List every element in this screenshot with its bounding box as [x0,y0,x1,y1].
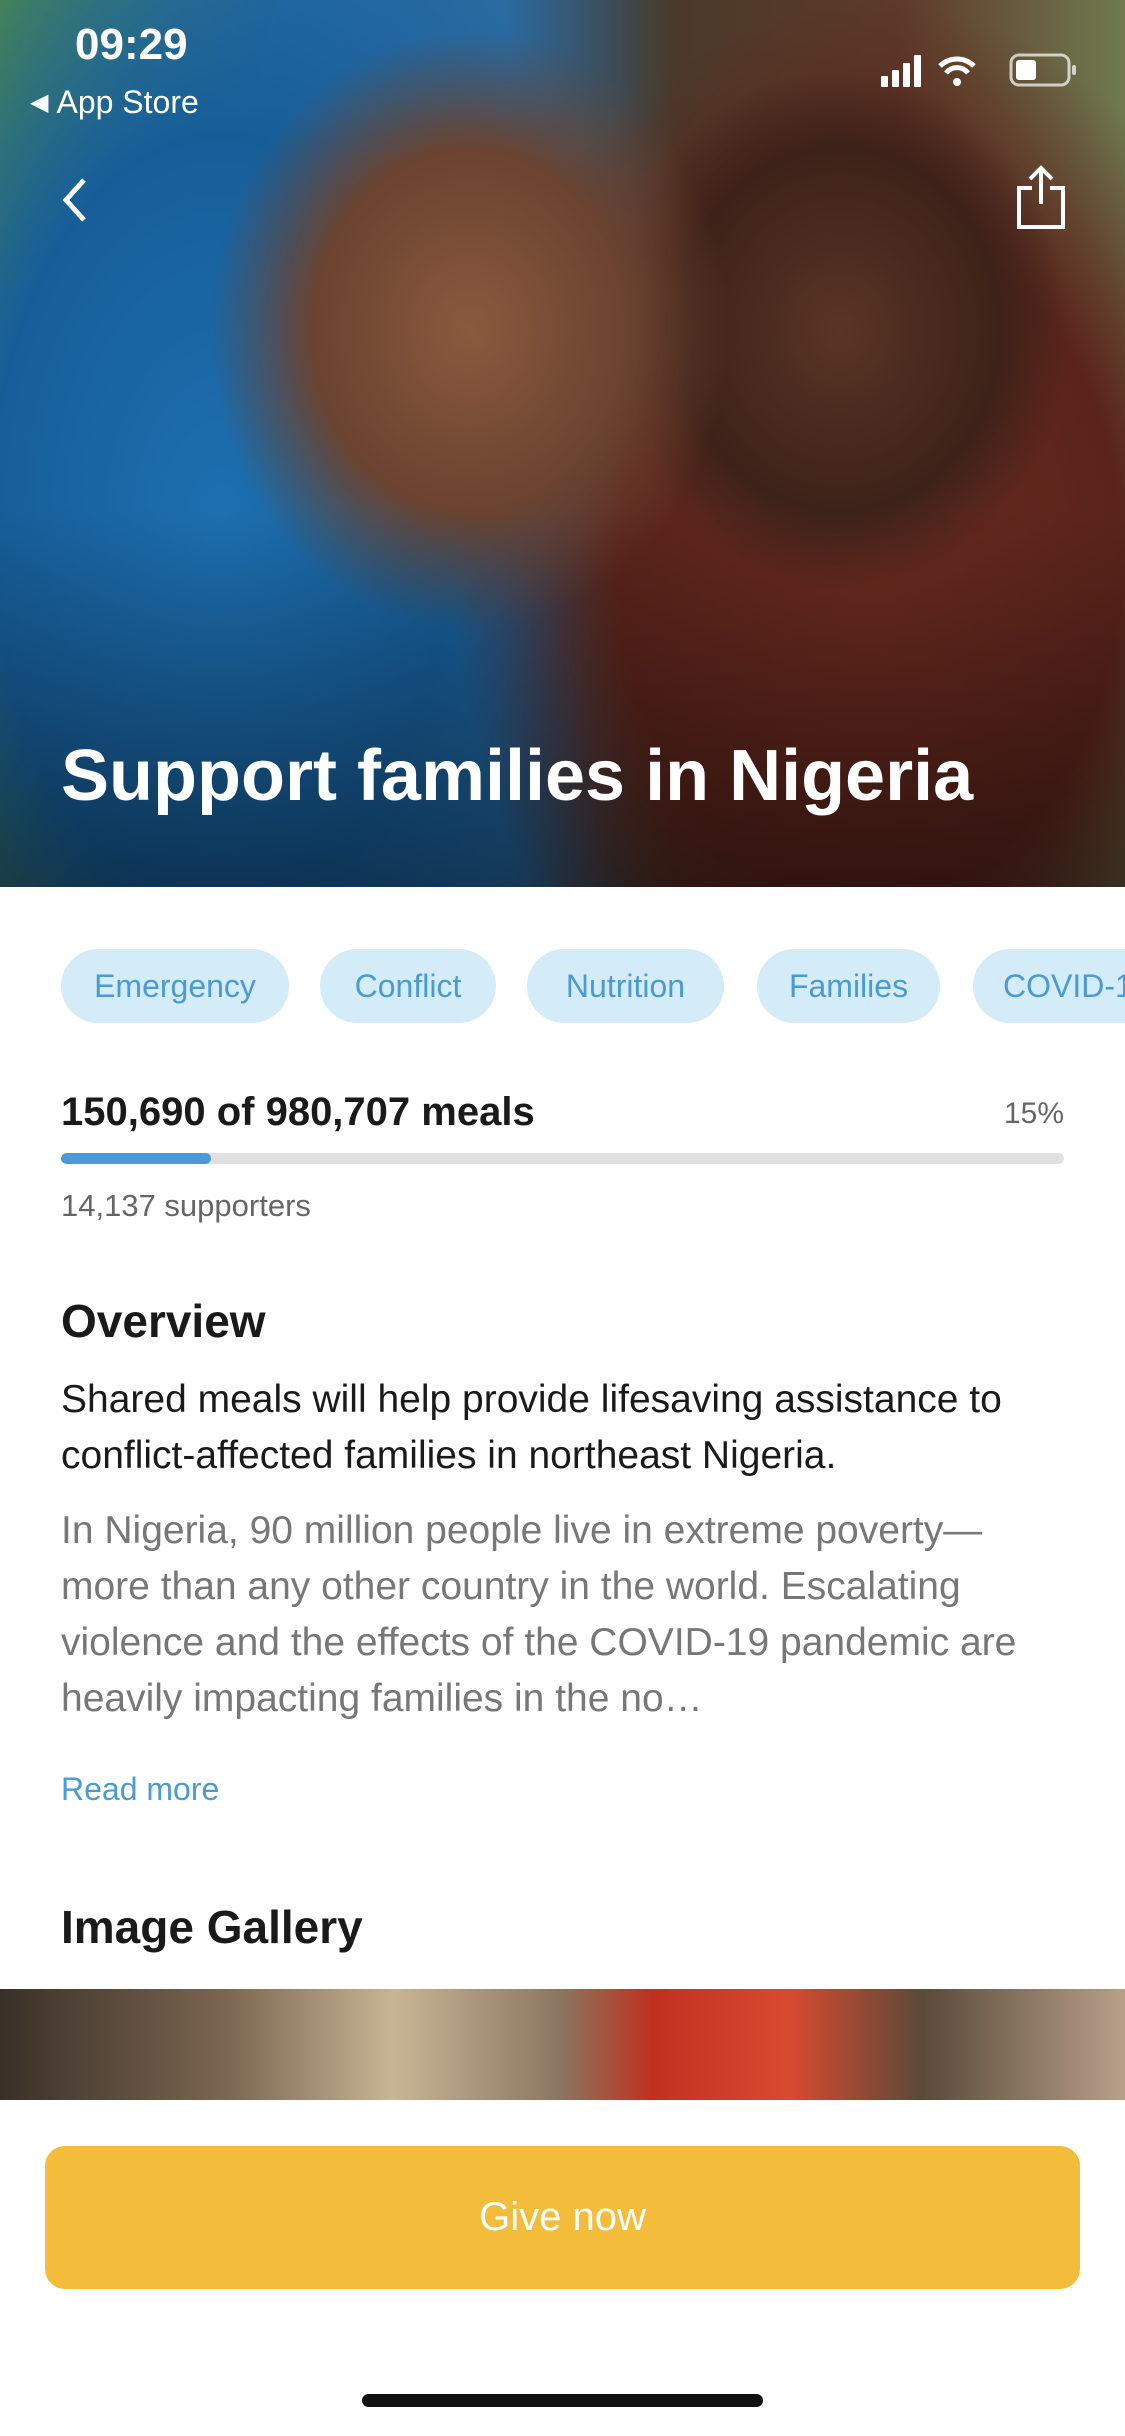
gallery-heading: Image Gallery [61,1901,363,1953]
progress-label: 150,690 of 980,707 meals [61,1090,535,1134]
overview-description: In Nigeria, 90 million people live in ex… [61,1509,1017,1720]
battery-icon [1009,53,1076,87]
home-indicator[interactable] [362,2394,763,2407]
tag-chip[interactable]: COVID-19 [973,949,1125,1023]
overview-heading: Overview [61,1295,266,1347]
status-icons [881,53,1076,87]
back-chevron-icon[interactable] [60,176,90,224]
wifi-icon [938,56,976,75]
status-time: 09:29 [75,20,188,69]
signal-icon [881,55,921,87]
tag-chip[interactable]: Nutrition [527,949,724,1023]
read-more-link[interactable]: Read more [61,1771,219,1808]
overview-lead: Shared meals will help provide lifesavin… [61,1378,1002,1477]
gallery-image[interactable] [0,1989,1125,2100]
supporters-count: 14,137 supporters [61,1188,311,1223]
tag-chip[interactable]: Conflict [320,949,496,1023]
tag-chip[interactable]: Families [757,949,940,1023]
progress-bar [61,1153,1064,1164]
progress-percent: 15% [1003,1097,1064,1130]
page-title: Support families in Nigeria [61,736,974,816]
tag-chip[interactable]: Emergency [61,949,289,1023]
give-now-button[interactable]: Give now [45,2146,1080,2289]
back-app-label: App Store [56,84,199,120]
back-triangle-icon: ◀ [30,89,49,116]
back-to-app-store[interactable]: ◀ App Store [30,84,199,121]
share-icon[interactable] [1016,164,1066,230]
progress-fill [61,1153,212,1164]
